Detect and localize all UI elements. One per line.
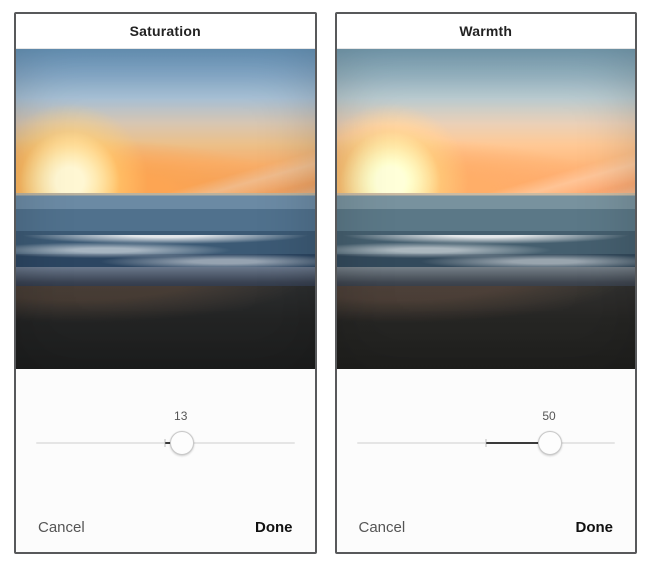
controls-area: 13 Cancel Done xyxy=(16,369,315,552)
slider-value-text: 13 xyxy=(174,409,187,423)
adjustment-slider[interactable] xyxy=(357,429,616,457)
panel-title-text: Warmth xyxy=(459,23,512,39)
panel-title: Saturation xyxy=(16,14,315,49)
panel-title: Warmth xyxy=(337,14,636,49)
slider-thumb[interactable] xyxy=(170,431,194,455)
slider-thumb[interactable] xyxy=(538,431,562,455)
slider-value-label: 50 xyxy=(357,409,616,423)
slider-container: 50 xyxy=(337,369,636,457)
footer-bar: Cancel Done xyxy=(337,519,636,552)
editor-panel-saturation: Saturation 13 Cancel Done xyxy=(14,12,317,554)
cancel-button[interactable]: Cancel xyxy=(359,519,406,536)
editor-panel-warmth: Warmth 50 Cancel Done xyxy=(335,12,638,554)
done-button[interactable]: Done xyxy=(255,519,293,536)
controls-area: 50 Cancel Done xyxy=(337,369,636,552)
adjustment-slider[interactable] xyxy=(36,429,295,457)
slider-value-text: 50 xyxy=(542,409,555,423)
photo-preview[interactable] xyxy=(16,49,315,369)
slider-value-label: 13 xyxy=(36,409,295,423)
done-button[interactable]: Done xyxy=(576,519,614,536)
stage: Saturation 13 Cancel Done xyxy=(0,0,651,566)
photo-preview[interactable] xyxy=(337,49,636,369)
slider-container: 13 xyxy=(16,369,315,457)
panel-title-text: Saturation xyxy=(130,23,201,39)
footer-bar: Cancel Done xyxy=(16,519,315,552)
cancel-button[interactable]: Cancel xyxy=(38,519,85,536)
